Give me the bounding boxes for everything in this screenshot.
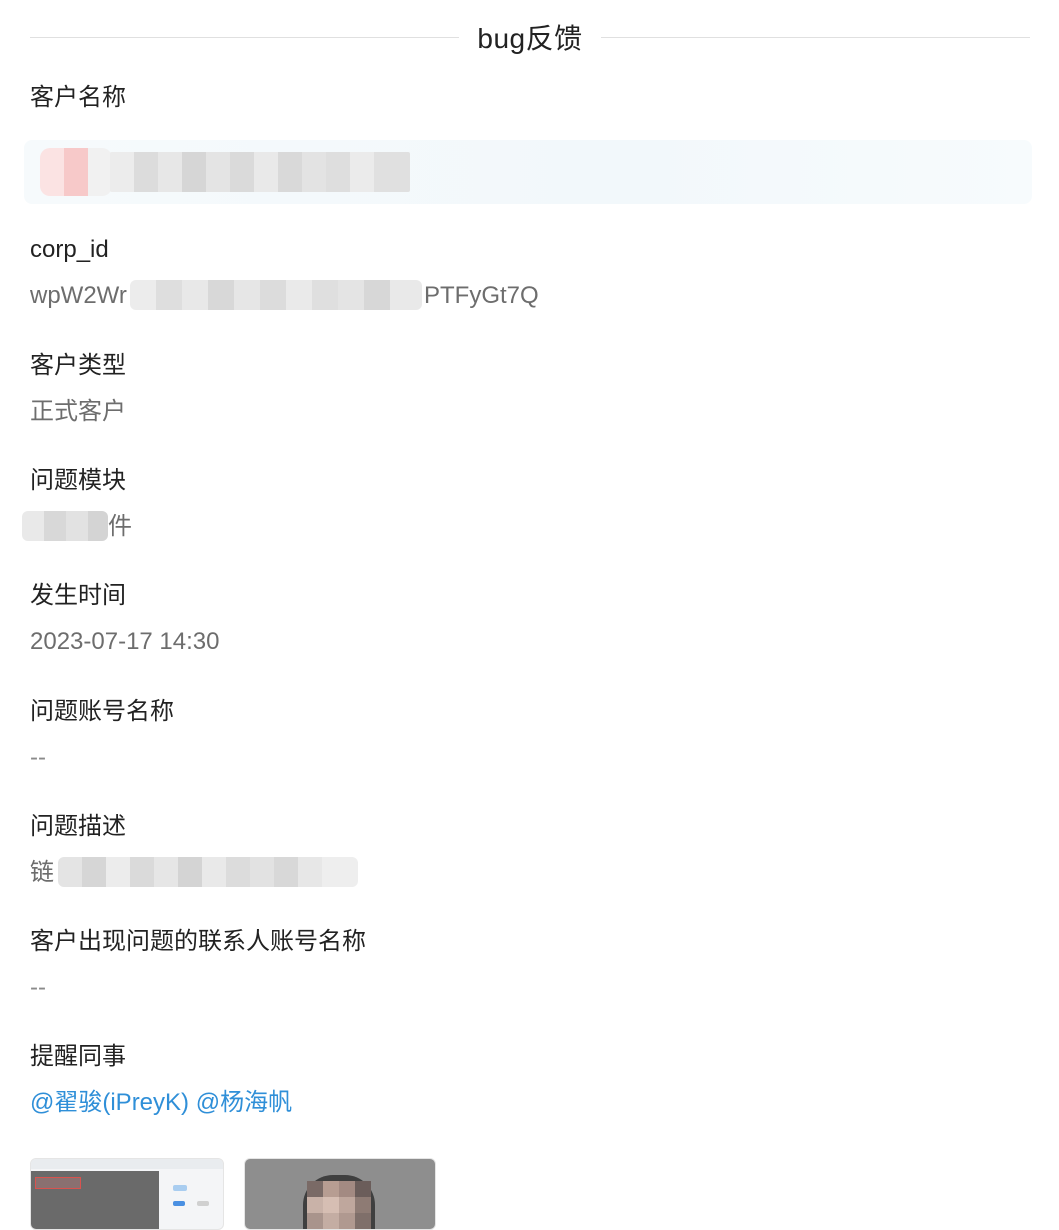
- form-title: bug反馈: [477, 23, 583, 54]
- thumbnail-highlight-box: [35, 1177, 81, 1189]
- header-divider-right: [600, 36, 1030, 38]
- corp-id-label: corp_id: [30, 236, 109, 263]
- corp-id-value: wpW2Wr PTFyGt7Q: [30, 280, 1030, 312]
- contact-account-name-label: 客户出现问题的联系人账号名称: [30, 928, 366, 955]
- issue-module-field: 问题模块 件: [22, 465, 1030, 543]
- customer-name-text-redacted: [110, 152, 410, 192]
- remind-colleagues-field: 提醒同事 @翟骏(iPreyK) @杨海帆: [30, 1041, 1030, 1119]
- issue-account-name-field: 问题账号名称 --: [30, 696, 1030, 774]
- occurred-time-field: 发生时间 2023-07-17 14:30: [30, 580, 1030, 658]
- issue-description-field: 问题描述 链: [30, 811, 1030, 889]
- thumbnail-element: [173, 1185, 187, 1191]
- issue-description-label: 问题描述: [30, 813, 126, 840]
- corp-id-field: corp_id wpW2Wr PTFyGt7Q: [30, 234, 1030, 312]
- photo-thumbnail-icon[interactable]: [244, 1158, 436, 1230]
- issue-module-label: 问题模块: [30, 467, 126, 494]
- issue-description-prefix: 链: [30, 859, 54, 886]
- customer-type-value: 正式客户: [30, 398, 126, 425]
- corp-id-suffix: PTFyGt7Q: [424, 282, 539, 309]
- remind-colleagues-value: @翟骏(iPreyK) @杨海帆: [30, 1087, 1030, 1119]
- issue-description-redacted: [58, 857, 358, 887]
- screenshot-thumbnail-icon[interactable]: [30, 1158, 224, 1230]
- contact-account-name-field: 客户出现问题的联系人账号名称 --: [30, 926, 1030, 1004]
- issue-account-name-label: 问题账号名称: [30, 698, 174, 725]
- thumbnail-element: [173, 1201, 185, 1206]
- occurred-time-label: 发生时间: [30, 582, 126, 609]
- customer-type-label: 客户类型: [30, 352, 126, 379]
- thumbnail-element: [197, 1201, 209, 1206]
- contact-account-name-value: --: [30, 974, 46, 1001]
- form-header: bug反馈: [30, 14, 1030, 60]
- thumbnail-topbar: [31, 1159, 223, 1169]
- customer-avatar-redacted: [40, 148, 112, 196]
- remind-colleagues-label: 提醒同事: [30, 1043, 126, 1070]
- issue-module-value: 件: [22, 511, 1030, 543]
- issue-module-redacted: [22, 511, 108, 541]
- mention-link[interactable]: @杨海帆: [196, 1089, 292, 1116]
- occurred-time-value: 2023-07-17 14:30: [30, 628, 220, 655]
- issue-account-name-value: --: [30, 744, 46, 771]
- corp-id-redacted: [130, 280, 422, 310]
- issue-description-value: 链: [30, 857, 1030, 889]
- header-divider-left: [30, 36, 460, 38]
- customer-name-value-redacted: [24, 140, 1032, 204]
- customer-name-field: 客户名称: [30, 82, 1030, 114]
- customer-type-field: 客户类型 正式客户: [30, 350, 1030, 428]
- customer-name-label: 客户名称: [30, 84, 126, 111]
- mention-link[interactable]: @翟骏(iPreyK): [30, 1089, 189, 1116]
- photo-subject-face-redacted: [307, 1181, 371, 1229]
- issue-module-suffix: 件: [108, 513, 132, 540]
- corp-id-prefix: wpW2Wr: [30, 282, 127, 309]
